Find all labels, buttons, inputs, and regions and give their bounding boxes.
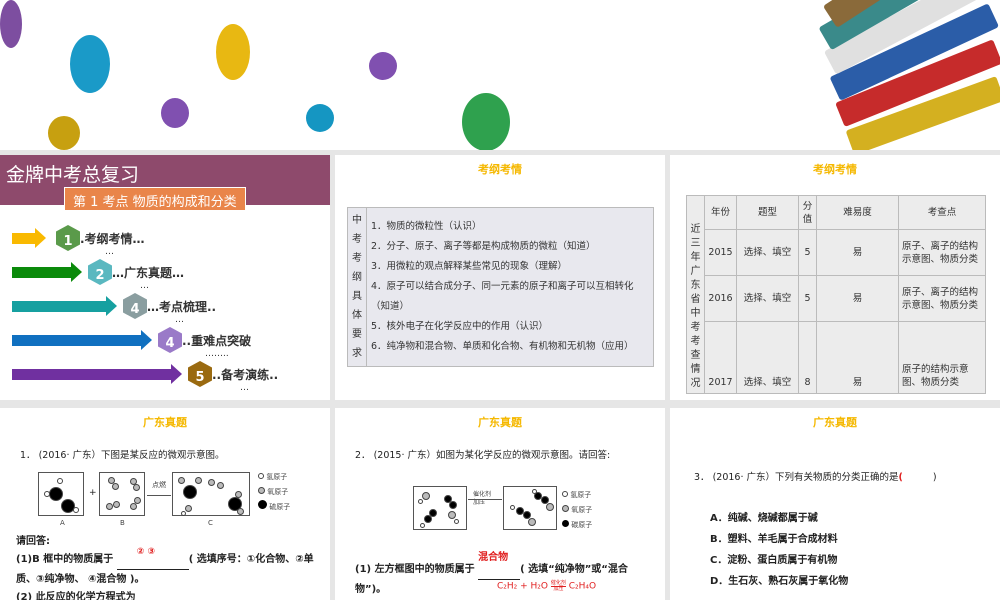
diagram-box-left <box>413 486 467 530</box>
syllabus-table: 中考考纲具体要求 1．物质的微粒性（认识） 2．分子、原子、离子等都是构成物质的… <box>347 207 654 367</box>
balloon-decoration <box>161 98 189 128</box>
question-text: 3． (2016· 广东）下列有关物质的分类正确的是() <box>694 472 937 483</box>
answer-text: ② ③ <box>136 547 156 557</box>
option-a[interactable]: A．纯碱、烧碱都属于碱 <box>710 508 848 529</box>
prompt-text: 请回答: <box>16 536 50 547</box>
topic-ribbon: 第 1 考点 物质的构成和分类 <box>64 187 246 211</box>
menu-item-label[interactable]: …考点梳理.. <box>147 298 216 315</box>
table-row: 2016 选择、填空 5 易原子、离子的结构示意图、物质分类 <box>687 275 986 322</box>
requirement-line: 4．原子可以结合成分子、同一元素的原子和离子可以互相转化（知道） <box>371 281 634 312</box>
slide-thumbnail-3[interactable]: 考纲考情 近三年广东省中考考查情况 年份 题型 分值 难易度 考查点 2015 选… <box>670 155 1000 400</box>
diagram-box-b <box>99 472 145 516</box>
option-c[interactable]: C．淀粉、蛋白质属于有机物 <box>710 550 848 571</box>
requirement-line: 3．用微粒的观点解释某些常见的现象（理解） <box>371 261 568 272</box>
arrow-icon <box>468 499 502 500</box>
ellipsis: …….. <box>205 349 229 359</box>
cube-icon: 4 <box>158 327 182 353</box>
slide-title: 考纲考情 <box>478 163 522 176</box>
sub-question-2: (2) 此反应的化学方程式为 <box>16 592 136 600</box>
menu-item-label[interactable]: .考纲考情… <box>80 230 145 247</box>
menu-item-label[interactable]: ..备考演练.. <box>212 366 278 383</box>
slide-main-title: 金牌中考总复习 <box>6 164 140 186</box>
arrow-icon <box>12 227 46 248</box>
slide-thumbnail-4[interactable]: 广东真题 1． (2016· 广东）下图是某反应的微观示意图。 + 点燃 A B… <box>0 408 330 600</box>
column-header: 年份 <box>704 195 737 230</box>
ellipsis: … <box>240 383 249 393</box>
question-text: 2． (2015· 广东）如图为某化学反应的微观示意图。请回答: <box>355 450 611 461</box>
column-header: 考查点 <box>898 195 986 230</box>
diagram-box-a <box>38 472 84 516</box>
diagram-box-right <box>503 486 557 530</box>
slide-thumbnail-1[interactable]: 金牌中考总复习 第 1 考点 物质的构成和分类 1 .考纲考情… 2 …广东真题… … <box>0 155 330 400</box>
slide-title: 广东真题 <box>143 416 187 429</box>
sub-question-1: (1)B 框中的物质属于 ② ③ ( 选填序号：①化合物、②单质、③纯净物、 ④… <box>16 547 321 589</box>
column-header: 分值 <box>798 195 817 230</box>
slide-thumbnail-5[interactable]: 广东真题 2． (2015· 广东）如图为某化学反应的微观示意图。请回答: 催化… <box>335 408 665 600</box>
requirement-line: 1．物质的微粒性（认识） <box>371 221 482 232</box>
slide-title: 广东真题 <box>478 416 522 429</box>
side-label: 近三年广东省中考考查情况 <box>686 195 705 394</box>
arrow-icon <box>12 261 82 282</box>
arrow-icon <box>12 295 117 316</box>
table-row: 2017 选择、填空 8 易原子的结构示意图、物质分类 <box>687 321 986 394</box>
box-label: A <box>60 519 65 527</box>
plus-sign: + <box>89 488 97 498</box>
atom-legend: 氢原子 氧原子 碳原子 <box>562 488 592 533</box>
arrow-icon <box>12 363 182 384</box>
requirements-cell: 1．物质的微粒性（认识） 2．分子、原子、离子等都是构成物质的微粒（知道） 3．… <box>366 207 654 367</box>
books-image <box>810 0 1000 150</box>
option-d[interactable]: D．生石灰、熟石灰属于氧化物 <box>710 571 848 592</box>
slide-thumbnail-6[interactable]: 广东真题 3． (2016· 广东）下列有关物质的分类正确的是() A．纯碱、烧… <box>670 408 1000 600</box>
balloon-decoration <box>0 0 22 48</box>
chemical-equation: C₂H₂ + H₂O 催化剂 加压 C₂H₄O <box>497 580 597 592</box>
ellipsis: … <box>175 315 184 325</box>
column-header: 题型 <box>736 195 799 230</box>
answer-text: 混合物 <box>478 552 509 563</box>
slide-title: 考纲考情 <box>813 163 857 176</box>
table-row: 2015 选择、填空 5 易原子、离子的结构示意图、物质分类 <box>687 229 986 276</box>
cube-icon: 5 <box>188 361 212 387</box>
title-banner <box>0 0 1000 150</box>
atom-legend: 氢原子 氧原子 硫原子 <box>258 470 290 515</box>
requirement-line: 2．分子、原子、离子等都是构成物质的微粒（知道） <box>371 241 596 252</box>
cube-icon: 2 <box>88 259 112 285</box>
arrow-icon <box>147 495 171 496</box>
cube-icon: 4 <box>123 293 147 319</box>
balloon-decoration <box>216 24 250 80</box>
option-b[interactable]: B．塑料、羊毛属于合成材料 <box>710 529 848 550</box>
requirement-line: 5．核外电子在化学反应中的作用（认识） <box>371 321 549 332</box>
diagram-box-c <box>172 472 250 516</box>
box-label: B <box>120 519 125 527</box>
column-header: 难易度 <box>816 195 899 230</box>
menu-item-label[interactable]: ..重难点突破 <box>182 332 251 349</box>
balloon-decoration <box>48 116 80 150</box>
slide-title: 广东真题 <box>813 416 857 429</box>
arrow-icon <box>12 329 152 350</box>
balloon-decoration <box>369 52 397 80</box>
side-label: 中考考纲具体要求 <box>347 207 367 367</box>
balloon-decoration <box>462 93 510 150</box>
slide-thumbnail-2[interactable]: 考纲考情 中考考纲具体要求 1．物质的微粒性（认识） 2．分子、原子、离子等都是… <box>335 155 665 400</box>
reaction-condition: 点燃 <box>152 481 166 489</box>
ellipsis: … <box>140 281 149 291</box>
cube-icon: 1 <box>56 225 80 251</box>
question-text: 1． (2016· 广东）下图是某反应的微观示意图。 <box>20 450 225 461</box>
box-label: C <box>208 519 213 527</box>
balloon-decoration <box>306 104 334 132</box>
balloon-decoration <box>70 35 110 93</box>
ellipsis: … <box>105 247 114 257</box>
options-list: A．纯碱、烧碱都属于碱 B．塑料、羊毛属于合成材料 C．淀粉、蛋白质属于有机物 … <box>710 508 848 592</box>
exam-stats-table: 近三年广东省中考考查情况 年份 题型 分值 难易度 考查点 2015 选择、填空 5… <box>686 195 986 394</box>
requirement-line: 6．纯净物和混合物、单质和化合物、有机物和无机物（应用） <box>371 341 634 352</box>
menu-item-label[interactable]: …广东真题… <box>112 264 184 281</box>
